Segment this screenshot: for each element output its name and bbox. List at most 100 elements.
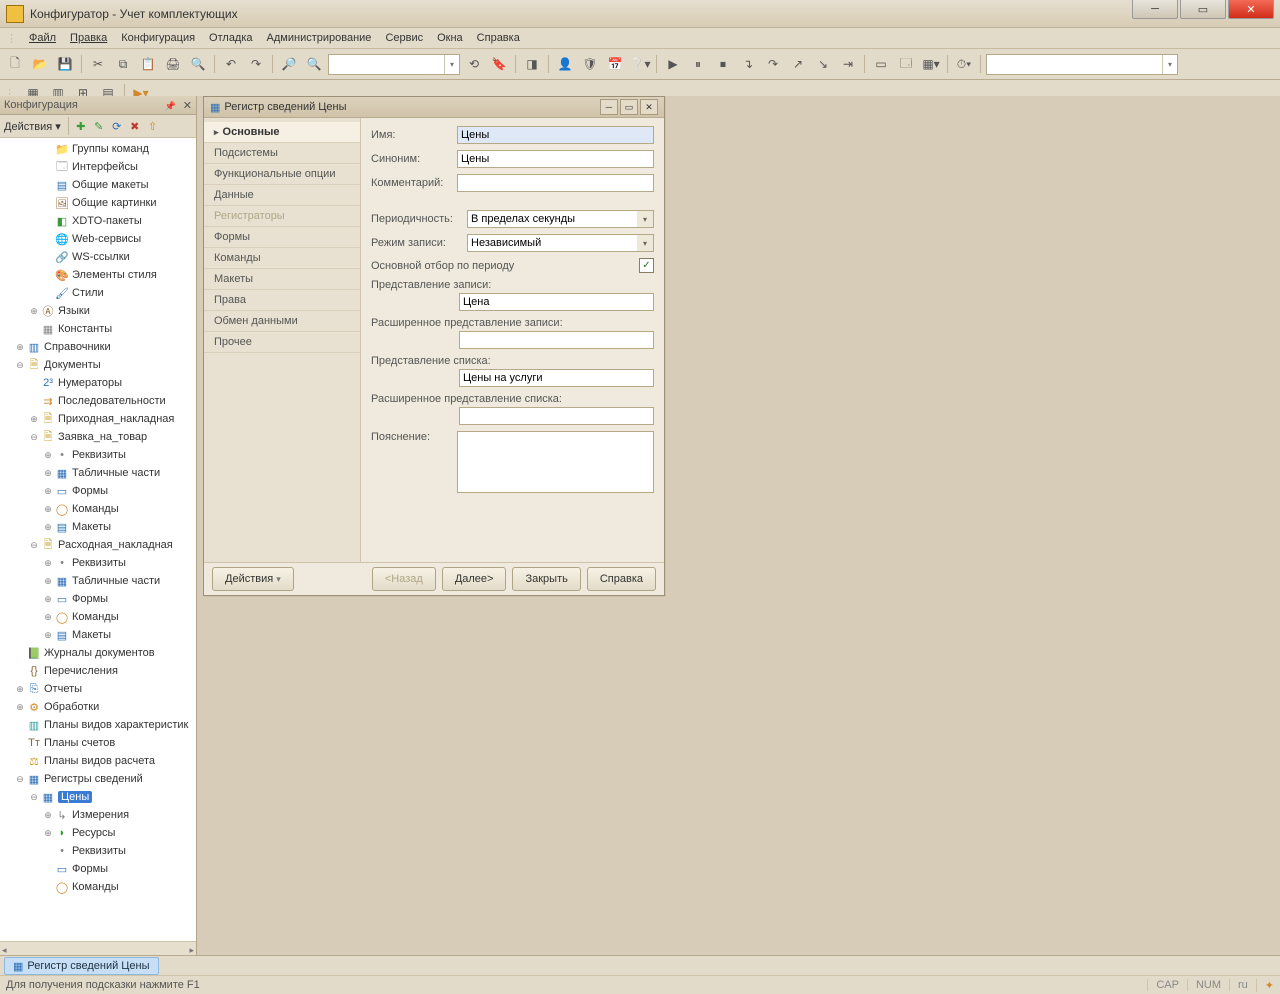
tree-item[interactable]: ⊕▤Макеты [0,518,196,536]
new-icon[interactable]: 🗋 [4,53,26,75]
tree-item[interactable]: ⊖▦Регистры сведений [0,770,196,788]
search-combo[interactable]: ▾ [328,54,460,75]
menu-debug[interactable]: Отладка [203,30,258,46]
dialog-close-icon[interactable]: ✕ [640,99,658,115]
tree-item[interactable]: ⊕▭Формы [0,590,196,608]
find-icon[interactable]: 🔎 [278,53,300,75]
tree-toggle-icon[interactable]: ⊖ [14,774,26,785]
record-repr-ext-input[interactable] [459,331,654,349]
tree-item[interactable]: ⊕⎘Отчеты [0,680,196,698]
mainfilter-checkbox[interactable]: ✓ [639,258,654,273]
tree-toggle-icon[interactable]: ⊕ [42,522,54,533]
tree-item[interactable]: ⊕▦Табличные части [0,572,196,590]
menu-help[interactable]: Справка [471,30,526,46]
tree-toggle-icon[interactable]: ⊕ [42,828,54,839]
up-icon[interactable]: ⇧ [145,118,161,134]
dialog-tab[interactable]: Подсистемы [204,143,360,164]
tree-item[interactable]: ⊕ⒶЯзыки [0,302,196,320]
debug-step-icon[interactable]: ↴ [737,53,759,75]
record-repr-input[interactable] [459,293,654,311]
print-icon[interactable]: 🖨 [162,53,184,75]
dialog-tab[interactable]: Макеты [204,269,360,290]
tree-item[interactable]: 🎨Элементы стиля [0,266,196,284]
tree-toggle-icon[interactable]: ⊕ [14,342,26,353]
task-button[interactable]: ▦ Регистр сведений Цены [4,957,159,975]
tree-toggle-icon[interactable]: ⊕ [42,594,54,605]
tree-item[interactable]: 🗔Интерфейсы [0,158,196,176]
dialog-tab[interactable]: Функциональные опции [204,164,360,185]
tree-item[interactable]: {}Перечисления [0,662,196,680]
tree-toggle-icon[interactable]: ⊕ [28,414,40,425]
tree-item[interactable]: ⊖🗎Заявка_на_товар [0,428,196,446]
tree-item[interactable]: 📗Журналы документов [0,644,196,662]
close-dialog-button[interactable]: Закрыть [512,567,580,591]
debug-stop-icon[interactable]: ⏹ [712,53,734,75]
actions-dropdown[interactable]: Действия ▾ [4,120,61,133]
tree-toggle-icon[interactable]: ⊕ [42,558,54,569]
minimize-button[interactable]: ─ [1132,0,1178,19]
tree-item[interactable]: ⊕◯Команды [0,608,196,626]
tree-item[interactable]: ⊖🗎Расходная_накладная [0,536,196,554]
tree-item[interactable]: ⊕🗎Приходная_накладная [0,410,196,428]
tree-item[interactable]: •Реквизиты [0,842,196,860]
tree-toggle-icon[interactable]: ⊖ [28,792,40,803]
copy-icon[interactable]: ⧉ [112,53,134,75]
maximize-button[interactable]: ▭ [1180,0,1226,19]
tree-toggle-icon[interactable]: ⊕ [42,810,54,821]
periodicity-select[interactable]: ▾ [467,210,654,228]
explain-textarea[interactable] [457,431,654,493]
tree-item[interactable]: ⊕▭Формы [0,482,196,500]
checkout-icon[interactable]: ⇥ [837,53,859,75]
user-icon[interactable]: 👤 [554,53,576,75]
clock-icon[interactable]: ⏱▾ [953,53,975,75]
debug-over-icon[interactable]: ↷ [762,53,784,75]
tree-item[interactable]: 🖼Общие картинки [0,194,196,212]
tree-toggle-icon[interactable]: ⊕ [14,702,26,713]
debug-out-icon[interactable]: ↗ [787,53,809,75]
menu-service[interactable]: Сервис [379,30,429,46]
configuration-tree[interactable]: 📁Группы команд🗔Интерфейсы▤Общие макеты🖼О… [0,138,196,941]
paste-icon[interactable]: 📋 [137,53,159,75]
name-input[interactable] [457,126,654,144]
tree-item[interactable]: TᴛПланы счетов [0,734,196,752]
tree-item[interactable]: ⊕▦Табличные части [0,464,196,482]
tree-item[interactable]: 🌐Web-сервисы [0,230,196,248]
zoom-icon[interactable]: 🔍 [303,53,325,75]
tree-item[interactable]: 📁Группы команд [0,140,196,158]
dialog-tab[interactable]: Права [204,290,360,311]
tree-toggle-icon[interactable]: ⊕ [42,504,54,515]
tree-item[interactable]: ⊕◗Ресурсы [0,824,196,842]
pin-icon[interactable]: 📌 [165,101,176,111]
comment-input[interactable] [457,174,654,192]
bookmark-icon[interactable]: 🔖 [488,53,510,75]
dialog-tab[interactable]: Основные [204,122,360,143]
window-icon[interactable]: ▭ [870,53,892,75]
menu-file[interactable]: Файл [23,30,62,46]
tree-item[interactable]: ▦Константы [0,320,196,338]
tree-item[interactable]: ⊕•Реквизиты [0,446,196,464]
tree-toggle-icon[interactable]: ⊕ [42,612,54,623]
roles-icon[interactable]: 🛡 [579,53,601,75]
tree-item[interactable]: ⊕•Реквизиты [0,554,196,572]
menu-config[interactable]: Конфигурация [115,30,201,46]
menu-windows[interactable]: Окна [431,30,469,46]
tile-icon[interactable]: ▦▾ [920,53,942,75]
tree-item[interactable]: 🖌Стили [0,284,196,302]
open-icon[interactable]: 📂 [29,53,51,75]
close-button[interactable]: ✕ [1228,0,1274,19]
synonym-input[interactable] [457,150,654,168]
calendar-icon[interactable]: 📅 [604,53,626,75]
debug-in-icon[interactable]: ↘ [812,53,834,75]
dialog-title-bar[interactable]: ▦ Регистр сведений Цены ─ ▭ ✕ [204,97,664,118]
tree-toggle-icon[interactable]: ⊕ [42,468,54,479]
tree-toggle-icon[interactable]: ⊕ [28,306,40,317]
tree-toggle-icon[interactable]: ⊖ [28,540,40,551]
tree-item[interactable]: 2³Нумераторы [0,374,196,392]
tree-toggle-icon[interactable]: ⊕ [42,630,54,641]
tree-item[interactable]: ▥Планы видов характеристик [0,716,196,734]
tree-item[interactable]: 🔗WS-ссылки [0,248,196,266]
dialog-tab[interactable]: Прочее [204,332,360,353]
dialog-tab[interactable]: Данные [204,185,360,206]
object-combo[interactable]: ▾ [986,54,1178,75]
tree-item[interactable]: ⊕◯Команды [0,500,196,518]
